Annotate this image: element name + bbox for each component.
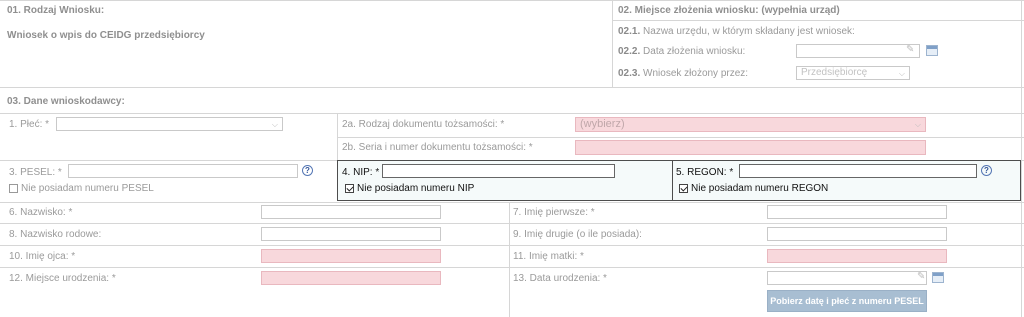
submission-date-text: Data złożenia wniosku: (643, 46, 746, 57)
second-name-label: 9. Imię drugie (o ile posiada): (513, 229, 642, 240)
regon-input[interactable] (739, 164, 977, 178)
office-name-text: Nazwa urzędu, w którym składany jest wni… (643, 26, 855, 37)
pencil-icon[interactable]: ✎ (906, 44, 914, 55)
mother-name-input[interactable] (767, 249, 947, 263)
father-name-input[interactable] (261, 249, 441, 263)
id-doc-type-value: (wybierz) (580, 118, 625, 130)
gender-select[interactable]: ⌵ (56, 117, 283, 131)
submitted-by-text: Wniosek złożony przez: (643, 68, 749, 79)
family-name-input[interactable] (261, 227, 441, 241)
surname-input[interactable] (261, 205, 441, 219)
no-pesel-option[interactable]: Nie posiadam numeru PESEL (9, 183, 154, 194)
get-from-pesel-button[interactable]: Pobierz datę i płeć z numeru PESEL (767, 290, 927, 312)
no-regon-checkbox[interactable] (679, 183, 688, 193)
mother-name-label: 11. Imię matki: * (513, 251, 584, 262)
nip-input[interactable] (382, 164, 615, 178)
id-doc-number-input[interactable] (575, 140, 926, 155)
no-pesel-text: Nie posiadam numeru PESEL (21, 183, 154, 194)
id-doc-number-label: 2b. Seria i numer dokumentu tożsamości: … (342, 142, 533, 153)
no-regon-option[interactable]: Nie posiadam numeru REGON (679, 183, 828, 194)
no-nip-checkbox[interactable] (345, 183, 354, 193)
submitted-by-label: 02.3. Wniosek złożony przez: (618, 68, 748, 79)
gender-label: 1. Płeć: * (9, 119, 50, 130)
help-icon[interactable]: ? (981, 165, 992, 176)
second-name-input[interactable] (767, 227, 947, 241)
chevron-down-icon: ⌵ (271, 120, 278, 129)
id-doc-type-select[interactable]: (wybierz) ⌵ (575, 117, 926, 132)
nip-label: 4. NIP: * (342, 167, 380, 178)
first-name-input[interactable] (767, 205, 947, 219)
chevron-down-icon: ⌵ (914, 120, 921, 129)
submitted-by-num: 02.3. (618, 68, 641, 79)
section-01-title: 01. Rodzaj Wniosku: (7, 5, 105, 16)
section-03-title: 03. Dane wnioskodawcy: (7, 96, 125, 107)
application-type-value: Wniosek o wpis do CEIDG przedsiębiorcy (7, 30, 205, 41)
no-pesel-checkbox[interactable] (9, 183, 18, 193)
no-nip-option[interactable]: Nie posiadam numeru NIP (345, 183, 474, 194)
chevron-down-icon: ⌵ (898, 69, 905, 78)
section-02-title: 02. Miejsce złożenia wniosku: (wypełnia … (618, 5, 840, 16)
pencil-icon[interactable]: ✎ (917, 271, 925, 282)
submitted-by-value: Przedsiębiorcę (801, 67, 868, 78)
pesel-label: 3. PESEL: * (9, 167, 62, 178)
office-name-num: 02.1. (618, 26, 641, 37)
father-name-label: 10. Imię ojca: * (9, 251, 76, 262)
regon-label: 5. REGON: * (676, 167, 734, 178)
birth-place-input[interactable] (261, 271, 441, 285)
submission-date-label: 02.2. Data złożenia wniosku: (618, 46, 745, 57)
submitted-by-select[interactable]: Przedsiębiorcę ⌵ (796, 66, 910, 80)
birth-date-label: 13. Data urodzenia: * (513, 273, 607, 284)
calendar-icon[interactable] (932, 272, 944, 283)
surname-label: 6. Nazwisko: * (9, 207, 73, 218)
calendar-icon[interactable] (926, 45, 938, 56)
birth-place-label: 12. Miejsce urodzenia: * (9, 273, 116, 284)
no-nip-text: Nie posiadam numeru NIP (357, 183, 475, 194)
submission-date-input[interactable] (796, 44, 920, 58)
no-regon-text: Nie posiadam numeru REGON (691, 183, 829, 194)
family-name-label: 8. Nazwisko rodowe: (9, 229, 102, 240)
pesel-input[interactable] (68, 164, 298, 178)
first-name-label: 7. Imię pierwsze: * (513, 207, 595, 218)
office-name-label: 02.1. Nazwa urzędu, w którym składany je… (618, 26, 855, 37)
help-icon[interactable]: ? (302, 165, 313, 176)
submission-date-num: 02.2. (618, 46, 641, 57)
id-doc-type-label: 2a. Rodzaj dokumentu tożsamości: * (342, 119, 505, 130)
birth-date-input[interactable] (767, 271, 927, 285)
